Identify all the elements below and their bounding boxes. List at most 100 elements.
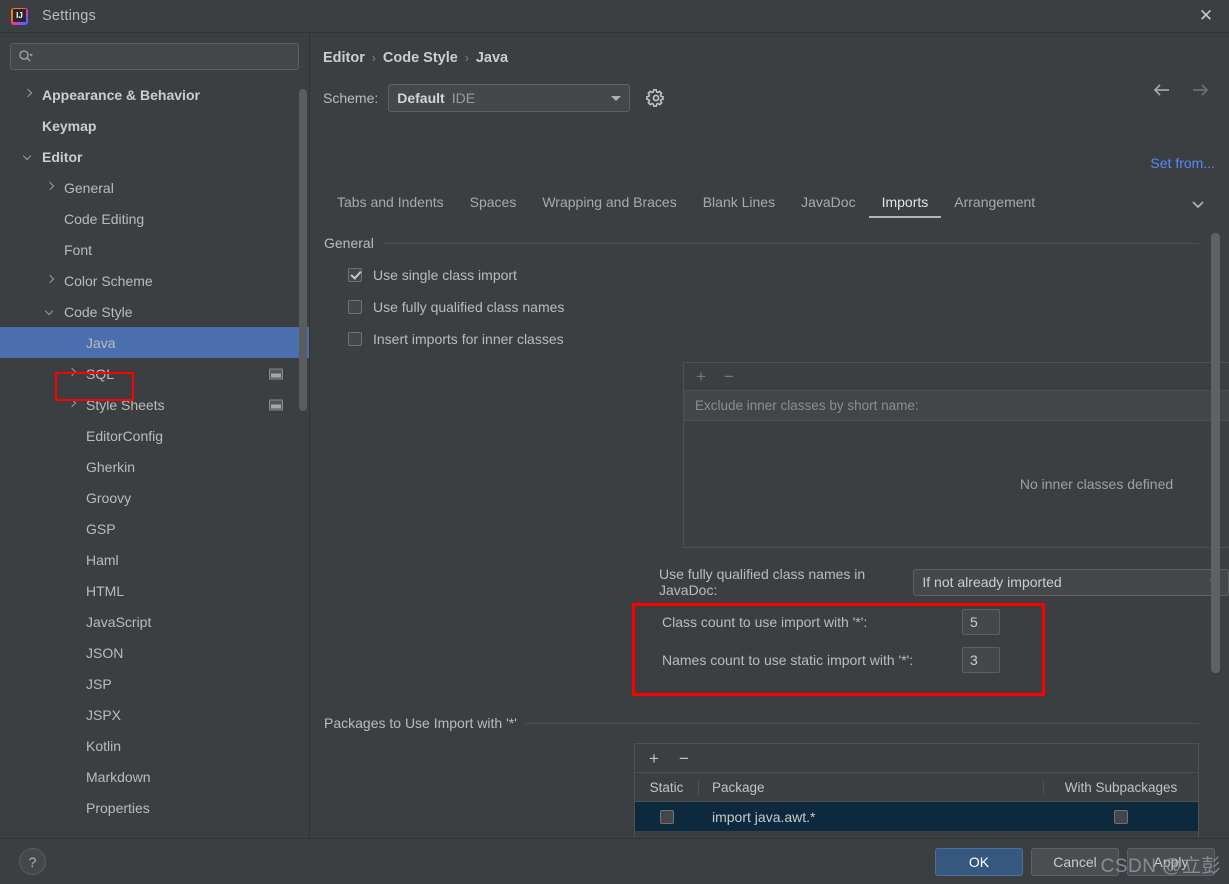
scheme-dropdown[interactable]: Default IDE [388,84,631,112]
chevron-right-icon[interactable] [44,181,57,194]
breadcrumb-separator: › [464,51,469,65]
gear-icon[interactable] [646,88,666,108]
static-names-count-label: Names count to use static import with '*… [662,652,914,668]
table-row[interactable]: import javax.swing.* [635,831,1198,839]
window-title-bar: Settings ✕ [0,0,1229,33]
sidebar-item-groovy[interactable]: Groovy [0,482,309,513]
help-button[interactable]: ? [19,848,46,875]
cancel-button[interactable]: Cancel [1031,847,1119,876]
arrow-right-icon[interactable] [1189,79,1211,101]
breadcrumb-item[interactable]: Java [476,50,508,66]
javadoc-fqn-dropdown[interactable]: If not already imported [913,568,1229,596]
chevron-right-icon[interactable] [66,398,79,411]
project-scope-icon [269,399,283,410]
search-box[interactable] [10,43,299,70]
sidebar-item-haml[interactable]: Haml [0,544,309,575]
tab-blank-lines[interactable]: Blank Lines [690,191,788,218]
sidebar-item-label: Markdown [86,768,151,785]
close-icon[interactable]: ✕ [1183,0,1229,32]
sidebar-item-label: Keymap [42,117,97,134]
search-input[interactable] [37,49,291,64]
sidebar-item-editor[interactable]: Editor [0,141,309,172]
sidebar-item-label: General [64,179,114,196]
arrow-left-icon[interactable] [1151,79,1173,101]
tab-imports[interactable]: Imports [868,191,942,218]
apply-button[interactable]: Apply [1127,847,1215,876]
checkbox-unchecked-icon[interactable] [348,332,362,346]
chevron-down-icon[interactable] [1189,195,1207,213]
tab-javadoc[interactable]: JavaDoc [788,191,868,218]
sidebar-item-editorconfig[interactable]: EditorConfig [0,420,309,451]
ok-button[interactable]: OK [935,847,1023,876]
sidebar-item-general[interactable]: General [0,172,309,203]
imports-settings-scroll-area: General Use single class import Use fully… [310,225,1229,838]
chevron-down-icon[interactable] [44,305,57,318]
sidebar-scrollbar[interactable] [299,89,307,411]
breadcrumb-item[interactable]: Editor [323,50,365,66]
checkbox-checked-icon[interactable] [348,268,362,282]
section-divider [382,242,1199,244]
dialog-body: Appearance & Behavior Keymap Editor General… [0,33,1229,838]
sidebar-item-markdown[interactable]: Markdown [0,761,309,792]
packages-section: Packages to Use Import with '*' + − Stat… [310,715,1229,838]
sidebar-item-label: JSPX [86,706,122,723]
sidebar-item-appearance-behavior[interactable]: Appearance & Behavior [0,79,309,110]
sidebar-item-label: Code Style [64,303,133,320]
sidebar-item-gsp[interactable]: GSP [0,513,309,544]
tab-spaces[interactable]: Spaces [457,191,530,218]
checkbox-use-single-class-import[interactable]: Use single class import [348,259,1229,291]
sidebar-item-kotlin[interactable]: Kotlin [0,730,309,761]
sidebar-item-color-scheme[interactable]: Color Scheme [0,265,309,296]
add-exclude-button[interactable]: + [696,368,706,385]
static-checkbox[interactable] [660,809,674,824]
with-subpackages-checkbox[interactable] [1113,809,1128,824]
add-package-button[interactable]: + [649,750,659,767]
sidebar-item-jsp[interactable]: JSP [0,668,309,699]
navigation-arrows [1151,79,1211,101]
tab-arrangement[interactable]: Arrangement [941,191,1048,218]
checkbox-use-fully-qualified-class-names[interactable]: Use fully qualified class names [348,291,1229,323]
set-from-link[interactable]: Set from... [1150,155,1215,171]
sidebar-search-wrapper [0,33,309,70]
chevron-right-icon[interactable] [22,88,35,101]
scheme-name: Default [397,90,445,106]
sidebar-item-properties[interactable]: Properties [0,792,309,823]
exclude-toolbar: + − [684,363,1229,391]
remove-package-button[interactable]: − [679,750,689,767]
tab-wrapping-and-braces[interactable]: Wrapping and Braces [529,191,689,218]
sidebar-item-html[interactable]: HTML [0,575,309,606]
sidebar-item-label: Editor [42,148,83,165]
sidebar-item-json[interactable]: JSON [0,637,309,668]
checkbox-unchecked-icon[interactable] [348,300,362,314]
class-count-input[interactable]: 5 [962,609,1000,635]
sidebar-item-javascript[interactable]: JavaScript [0,606,309,637]
static-names-count-input[interactable]: 3 [962,647,1000,673]
remove-exclude-button[interactable]: − [724,368,734,385]
checkbox-insert-imports-for-inner-classes[interactable]: Insert imports for inner classes [348,323,1229,355]
sidebar-item-style-sheets[interactable]: Style Sheets [0,389,309,420]
chevron-right-icon[interactable] [66,367,79,380]
breadcrumb-item[interactable]: Code Style [383,50,458,66]
settings-tabs[interactable]: Tabs and Indents Spaces Wrapping and Brace… [324,191,1229,222]
main-scrollbar[interactable] [1211,233,1220,673]
sidebar-item-gherkin[interactable]: Gherkin [0,451,309,482]
sidebar-item-code-editing[interactable]: Code Editing [0,203,309,234]
sidebar-item-font[interactable]: Font [0,234,309,265]
settings-tree[interactable]: Appearance & Behavior Keymap Editor General… [0,79,309,838]
sidebar-item-java[interactable]: Java [0,327,309,358]
sidebar-item-code-style[interactable]: Code Style [0,296,309,327]
sidebar-item-label: Appearance & Behavior [42,86,200,103]
sidebar-item-sql[interactable]: SQL [0,358,309,389]
table-row[interactable]: import java.awt.* [635,802,1198,831]
chevron-down-icon[interactable] [22,150,35,163]
sidebar-item-jspx[interactable]: JSPX [0,699,309,730]
sidebar-item-keymap[interactable]: Keymap [0,110,309,141]
tab-tabs-and-indents[interactable]: Tabs and Indents [324,191,457,218]
chevron-right-icon[interactable] [44,274,57,287]
